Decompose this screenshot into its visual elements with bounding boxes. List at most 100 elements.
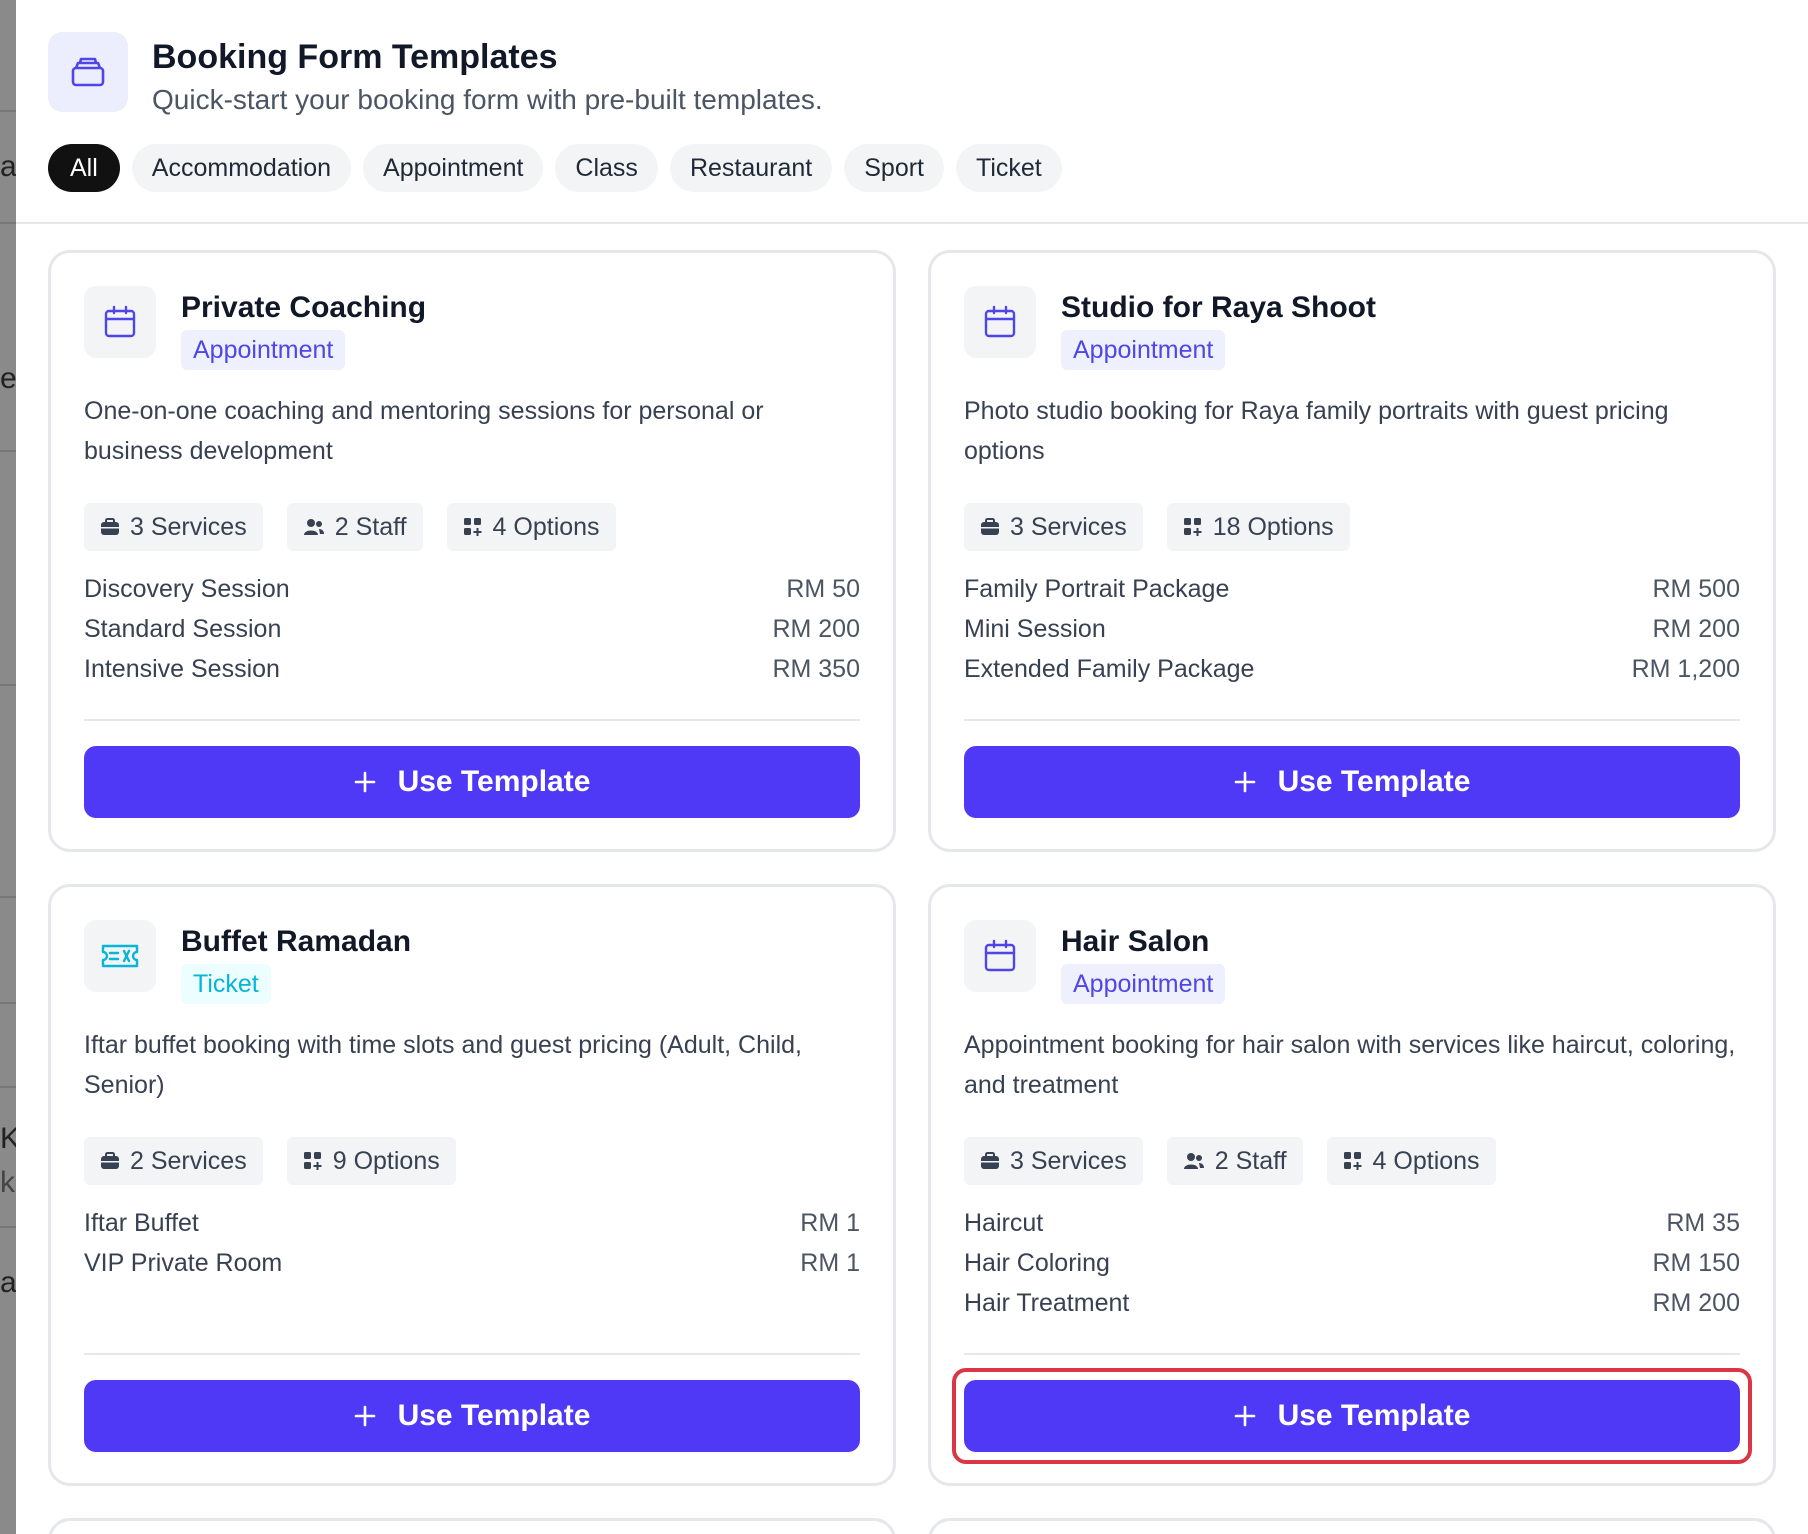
plus-icon (354, 771, 375, 793)
use-template-button[interactable]: Use Template (964, 746, 1740, 818)
filter-restaurant[interactable]: Restaurant (669, 144, 833, 192)
plus-icon (354, 1405, 375, 1427)
category-filters: All Accommodation Appointment Class Rest… (48, 144, 1062, 192)
staff-count: 2 Staff (286, 503, 423, 551)
button-label: Use Template (1277, 765, 1471, 798)
background-text: k (0, 1166, 15, 1199)
stat-label: 3 Services (130, 512, 247, 541)
item-price: RM 50 (786, 574, 860, 603)
ticket-icon (84, 920, 156, 992)
grid-plus-icon (463, 518, 482, 536)
briefcase-icon (101, 1152, 119, 1169)
item-name: Family Portrait Package (964, 574, 1230, 603)
item-price: RM 1 (800, 1248, 860, 1277)
services-count: 2 Services (84, 1137, 263, 1185)
options-count: 18 Options (1166, 503, 1350, 551)
item-name: VIP Private Room (84, 1248, 283, 1277)
price-row: Hair Coloring RM 150 (964, 1243, 1740, 1283)
background-divider (0, 110, 16, 112)
background-text: e (0, 362, 16, 395)
price-row: VIP Private Room RM 1 (84, 1243, 860, 1283)
category-badge: Appointment (1061, 964, 1226, 1004)
background-text: a (0, 150, 16, 183)
price-row: Hair Treatment RM 200 (964, 1283, 1740, 1323)
stat-label: 2 Staff (334, 512, 407, 541)
stat-label: 3 Services (1010, 512, 1127, 541)
page-title: Booking Form Templates (152, 38, 558, 76)
price-row: Intensive Session RM 350 (84, 649, 860, 689)
item-name: Standard Session (84, 614, 282, 643)
item-name: Hair Coloring (964, 1248, 1110, 1277)
template-title: Hair Salon (1061, 925, 1210, 958)
item-price: RM 200 (1652, 1288, 1740, 1317)
users-icon (1183, 1153, 1204, 1169)
item-price: RM 350 (772, 654, 860, 683)
item-name: Iftar Buffet (84, 1208, 199, 1237)
template-modal: Booking Form Templates Quick-start your … (16, 0, 1808, 1534)
button-label: Use Template (397, 765, 591, 798)
filter-accommodation[interactable]: Accommodation (131, 144, 352, 192)
plus-icon (1234, 1405, 1255, 1427)
item-price: RM 500 (1652, 574, 1740, 603)
filter-appointment[interactable]: Appointment (363, 144, 544, 192)
price-row: Iftar Buffet RM 1 (84, 1203, 860, 1243)
price-row: Discovery Session RM 50 (84, 569, 860, 609)
template-title: Studio for Raya Shoot (1061, 291, 1376, 324)
stat-label: 9 Options (332, 1146, 440, 1175)
filter-class[interactable]: Class (555, 144, 658, 192)
background-divider (0, 1226, 16, 1228)
use-template-button[interactable]: Use Template (84, 746, 860, 818)
staff-count: 2 Staff (1166, 1137, 1303, 1185)
price-row: Family Portrait Package RM 500 (964, 569, 1740, 609)
stat-label: 2 Staff (1214, 1146, 1287, 1175)
item-name: Intensive Session (84, 654, 280, 683)
modal-header: Booking Form Templates Quick-start your … (16, 0, 1808, 224)
price-list: Iftar Buffet RM 1 VIP Private Room RM 1 (84, 1203, 860, 1283)
template-stats: 2 Services 9 Options (84, 1137, 456, 1185)
template-stats: 3 Services 2 Staff 4 Options (964, 1137, 1496, 1185)
stat-label: 2 Services (130, 1146, 247, 1175)
stat-label: 4 Options (1372, 1146, 1480, 1175)
category-badge: Appointment (181, 330, 346, 370)
use-template-button[interactable]: Use Template (952, 1368, 1752, 1464)
options-count: 4 Options (1326, 1137, 1496, 1185)
use-template-button[interactable]: Use Template (84, 1380, 860, 1452)
calendar-icon (964, 286, 1036, 358)
template-description: Appointment booking for hair salon with … (964, 1031, 1736, 1099)
background-divider (0, 1002, 16, 1004)
stack-icon (48, 32, 128, 112)
button-label: Use Template (397, 1399, 591, 1432)
item-price: RM 200 (772, 614, 860, 643)
template-card-studio-raya-shoot: Studio for Raya Shoot Appointment Photo … (928, 250, 1776, 852)
options-count: 4 Options (446, 503, 616, 551)
page-subtitle: Quick-start your booking form with pre-b… (152, 84, 823, 115)
plus-icon (1234, 771, 1255, 793)
stat-label: 3 Services (1010, 1146, 1127, 1175)
item-price: RM 1,200 (1631, 654, 1740, 683)
stat-label: 4 Options (492, 512, 600, 541)
card-divider (964, 719, 1740, 721)
grid-plus-icon (1183, 518, 1202, 536)
card-divider (84, 1353, 860, 1355)
category-badge: Ticket (181, 964, 271, 1004)
calendar-icon (84, 286, 156, 358)
filter-sport[interactable]: Sport (844, 144, 944, 192)
item-name: Mini Session (964, 614, 1106, 643)
template-card-buffet-ramadan: Buffet Ramadan Ticket Iftar buffet booki… (48, 884, 896, 1486)
template-card-private-coaching: Private Coaching Appointment One-on-one … (48, 250, 896, 852)
filter-ticket[interactable]: Ticket (956, 144, 1062, 192)
template-grid: Private Coaching Appointment One-on-one … (48, 250, 1776, 1534)
price-row: Haircut RM 35 (964, 1203, 1740, 1243)
item-name: Discovery Session (84, 574, 290, 603)
card-divider (964, 1353, 1740, 1355)
filter-all[interactable]: All (48, 144, 120, 192)
template-card-partial (928, 1518, 1776, 1534)
calendar-icon (964, 920, 1036, 992)
background-text: K (0, 1122, 16, 1155)
background-text: a (0, 1266, 16, 1299)
price-list: Discovery Session RM 50 Standard Session R… (84, 569, 860, 689)
item-price: RM 1 (800, 1208, 860, 1237)
item-name: Extended Family Package (964, 654, 1255, 683)
services-count: 3 Services (84, 503, 263, 551)
background-divider (0, 222, 16, 224)
